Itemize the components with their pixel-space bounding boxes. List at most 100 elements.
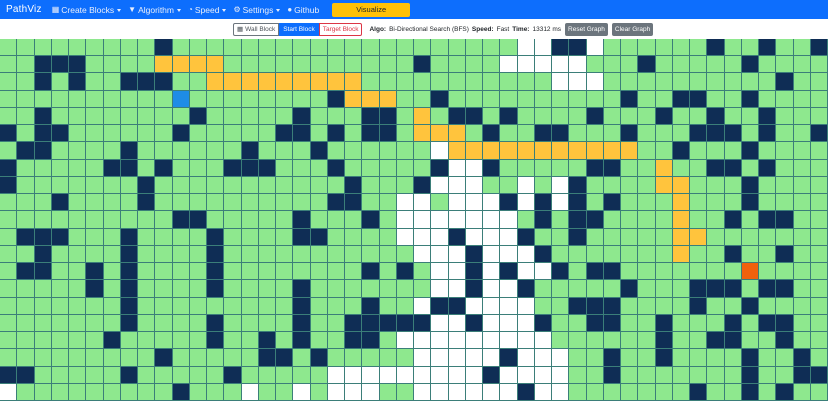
- wall-cell[interactable]: [293, 125, 311, 142]
- empty-cell[interactable]: [86, 229, 104, 246]
- visited-cell[interactable]: [518, 315, 535, 332]
- empty-cell[interactable]: [121, 194, 138, 211]
- empty-cell[interactable]: [656, 280, 673, 298]
- empty-cell[interactable]: [0, 73, 17, 91]
- empty-cell[interactable]: [811, 91, 828, 108]
- empty-cell[interactable]: [604, 229, 621, 246]
- wall-cell[interactable]: [276, 349, 293, 367]
- visited-cell[interactable]: [397, 229, 414, 246]
- wall-cell[interactable]: [759, 315, 776, 332]
- empty-cell[interactable]: [259, 211, 276, 229]
- empty-cell[interactable]: [138, 298, 155, 315]
- empty-cell[interactable]: [155, 177, 173, 194]
- empty-cell[interactable]: [155, 384, 173, 401]
- empty-cell[interactable]: [224, 125, 242, 142]
- visited-cell[interactable]: [483, 315, 500, 332]
- empty-cell[interactable]: [104, 125, 121, 142]
- empty-cell[interactable]: [500, 177, 518, 194]
- empty-cell[interactable]: [259, 108, 276, 125]
- empty-cell[interactable]: [621, 229, 638, 246]
- empty-cell[interactable]: [224, 91, 242, 108]
- path-cell[interactable]: [621, 142, 638, 160]
- path-cell[interactable]: [552, 142, 569, 160]
- empty-cell[interactable]: [621, 39, 638, 56]
- visited-cell[interactable]: [431, 263, 449, 280]
- empty-cell[interactable]: [380, 73, 397, 91]
- wall-cell[interactable]: [35, 108, 52, 125]
- empty-cell[interactable]: [0, 39, 17, 56]
- path-cell[interactable]: [483, 142, 500, 160]
- empty-cell[interactable]: [17, 108, 35, 125]
- empty-cell[interactable]: [173, 194, 190, 211]
- wall-cell[interactable]: [552, 263, 569, 280]
- wall-cell[interactable]: [569, 177, 587, 194]
- wall-cell[interactable]: [293, 280, 311, 298]
- wall-cell[interactable]: [362, 263, 380, 280]
- empty-cell[interactable]: [759, 332, 776, 349]
- nav-github[interactable]: ● Github: [287, 5, 319, 15]
- visited-cell[interactable]: [466, 160, 483, 177]
- empty-cell[interactable]: [673, 332, 690, 349]
- visited-cell[interactable]: [414, 332, 431, 349]
- empty-cell[interactable]: [17, 298, 35, 315]
- empty-cell[interactable]: [776, 177, 794, 194]
- wall-cell[interactable]: [52, 194, 69, 211]
- wall-cell[interactable]: [759, 280, 776, 298]
- empty-cell[interactable]: [707, 91, 725, 108]
- wall-cell[interactable]: [552, 39, 569, 56]
- empty-cell[interactable]: [431, 73, 449, 91]
- visited-cell[interactable]: [449, 211, 466, 229]
- wall-cell[interactable]: [759, 125, 776, 142]
- empty-cell[interactable]: [397, 108, 414, 125]
- empty-cell[interactable]: [638, 332, 656, 349]
- path-cell[interactable]: [173, 56, 190, 73]
- empty-cell[interactable]: [276, 384, 293, 401]
- empty-cell[interactable]: [86, 211, 104, 229]
- path-cell[interactable]: [673, 194, 690, 211]
- empty-cell[interactable]: [638, 108, 656, 125]
- empty-cell[interactable]: [535, 91, 552, 108]
- empty-cell[interactable]: [0, 108, 17, 125]
- empty-cell[interactable]: [587, 56, 604, 73]
- empty-cell[interactable]: [104, 367, 121, 384]
- empty-cell[interactable]: [190, 125, 207, 142]
- empty-cell[interactable]: [638, 229, 656, 246]
- wall-cell[interactable]: [725, 332, 742, 349]
- empty-cell[interactable]: [811, 332, 828, 349]
- wall-cell[interactable]: [311, 349, 328, 367]
- empty-cell[interactable]: [656, 194, 673, 211]
- visited-cell[interactable]: [431, 246, 449, 263]
- empty-cell[interactable]: [190, 367, 207, 384]
- empty-cell[interactable]: [104, 177, 121, 194]
- wall-cell[interactable]: [742, 56, 759, 73]
- wall-cell[interactable]: [690, 280, 707, 298]
- empty-cell[interactable]: [690, 142, 707, 160]
- visited-cell[interactable]: [483, 298, 500, 315]
- empty-cell[interactable]: [380, 384, 397, 401]
- visited-cell[interactable]: [518, 263, 535, 280]
- empty-cell[interactable]: [742, 73, 759, 91]
- wall-cell[interactable]: [707, 108, 725, 125]
- visited-cell[interactable]: [414, 298, 431, 315]
- wall-cell[interactable]: [35, 125, 52, 142]
- empty-cell[interactable]: [311, 194, 328, 211]
- nav-speed[interactable]: ◔ Speed: [188, 5, 227, 15]
- empty-cell[interactable]: [155, 315, 173, 332]
- empty-cell[interactable]: [535, 229, 552, 246]
- empty-cell[interactable]: [518, 108, 535, 125]
- empty-cell[interactable]: [52, 142, 69, 160]
- wall-cell[interactable]: [449, 298, 466, 315]
- empty-cell[interactable]: [621, 177, 638, 194]
- wall-cell[interactable]: [121, 315, 138, 332]
- path-cell[interactable]: [673, 229, 690, 246]
- empty-cell[interactable]: [69, 246, 86, 263]
- empty-cell[interactable]: [311, 177, 328, 194]
- empty-cell[interactable]: [759, 298, 776, 315]
- wall-cell[interactable]: [0, 367, 17, 384]
- visited-cell[interactable]: [397, 367, 414, 384]
- empty-cell[interactable]: [725, 349, 742, 367]
- empty-cell[interactable]: [328, 298, 345, 315]
- empty-cell[interactable]: [414, 73, 431, 91]
- empty-cell[interactable]: [690, 194, 707, 211]
- empty-cell[interactable]: [190, 384, 207, 401]
